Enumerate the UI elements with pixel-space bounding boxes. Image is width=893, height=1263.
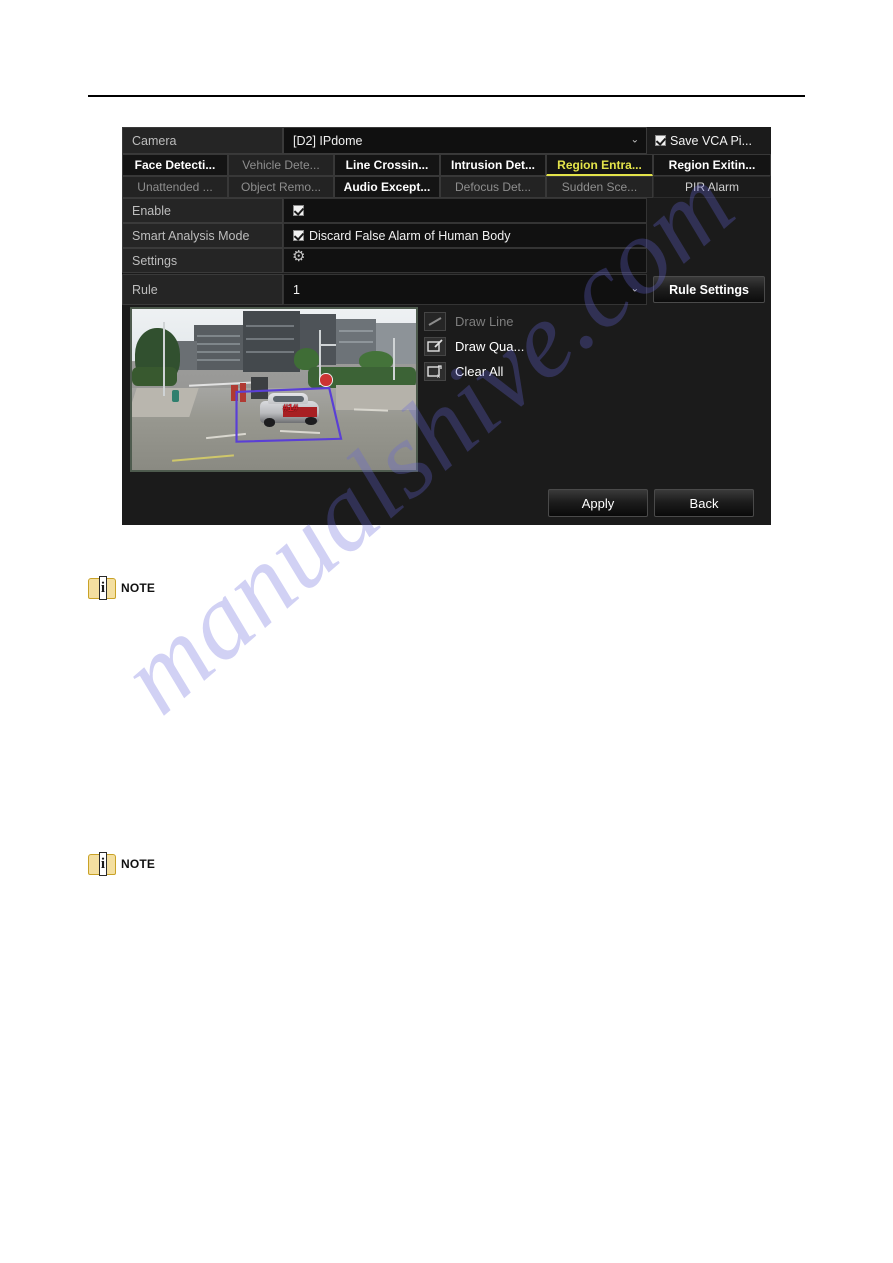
video-scene: #1# bbox=[132, 309, 416, 470]
tab-region-exiting[interactable]: Region Exitin... bbox=[653, 154, 771, 176]
note-info-icon: i bbox=[88, 851, 118, 877]
smart-analysis-mode-label: Smart Analysis Mode bbox=[122, 223, 283, 248]
gear-icon[interactable] bbox=[292, 249, 305, 267]
tab-face-detection[interactable]: Face Detecti... bbox=[122, 154, 228, 176]
chevron-down-icon: ⌄ bbox=[630, 283, 639, 294]
settings-value[interactable] bbox=[283, 248, 647, 273]
draw-quadrilateral-tool[interactable]: Draw Qua... bbox=[424, 334, 624, 359]
rule-select[interactable]: 1 ⌄ bbox=[283, 274, 647, 305]
enable-row: Enable bbox=[122, 198, 647, 223]
tab-sudden-scene-change[interactable]: Sudden Sce... bbox=[546, 176, 653, 198]
tab-defocus-detection[interactable]: Defocus Det... bbox=[440, 176, 546, 198]
draw-quad-label: Draw Qua... bbox=[455, 339, 525, 354]
rule-select-value: 1 bbox=[293, 282, 300, 297]
camera-row: Camera [D2] IPdome ⌄ Save VCA Pi... bbox=[122, 127, 771, 154]
tab-object-removal[interactable]: Object Remo... bbox=[228, 176, 334, 198]
draw-line-tool[interactable]: Draw Line bbox=[424, 309, 624, 334]
note-label: NOTE bbox=[121, 857, 156, 871]
tab-vehicle-detection[interactable]: Vehicle Dete... bbox=[228, 154, 334, 176]
vca-configuration-panel: Camera [D2] IPdome ⌄ Save VCA Pi... Face… bbox=[122, 127, 771, 525]
page-header-rule bbox=[88, 95, 805, 97]
video-preview[interactable]: #1# bbox=[130, 307, 418, 472]
note-info-icon: i bbox=[88, 575, 118, 601]
checkbox-icon bbox=[655, 135, 666, 146]
rule-label: Rule bbox=[122, 274, 283, 305]
smart-analysis-mode-row: Smart Analysis Mode Discard False Alarm … bbox=[122, 223, 647, 248]
region-polygon[interactable] bbox=[235, 386, 343, 443]
region-quadrilateral-overlay[interactable] bbox=[132, 309, 416, 470]
tab-intrusion-detection[interactable]: Intrusion Det... bbox=[440, 154, 546, 176]
draw-quad-icon bbox=[424, 337, 446, 356]
drawing-tools: Draw Line Draw Qua... x Clear All bbox=[424, 309, 624, 384]
clear-all-tool[interactable]: x Clear All bbox=[424, 359, 624, 384]
discard-false-alarm-label: Discard False Alarm of Human Body bbox=[309, 228, 511, 243]
region-label: #1# bbox=[282, 403, 299, 415]
clear-all-icon: x bbox=[424, 362, 446, 381]
apply-button[interactable]: Apply bbox=[548, 489, 648, 517]
note-label: NOTE bbox=[121, 581, 156, 595]
tab-audio-exception[interactable]: Audio Except... bbox=[334, 176, 440, 198]
camera-label: Camera bbox=[122, 127, 283, 154]
rule-settings-button[interactable]: Rule Settings bbox=[653, 276, 765, 303]
discard-false-alarm-checkbox[interactable]: Discard False Alarm of Human Body bbox=[283, 223, 647, 248]
note-block-1: i NOTE bbox=[88, 575, 155, 601]
draw-line-label: Draw Line bbox=[455, 314, 514, 329]
tab-unattended-baggage[interactable]: Unattended ... bbox=[122, 176, 228, 198]
checkbox-icon bbox=[293, 205, 304, 216]
enable-label: Enable bbox=[122, 198, 283, 223]
tab-pir-alarm[interactable]: PIR Alarm bbox=[653, 176, 771, 198]
tab-region-entrance[interactable]: Region Entra... bbox=[546, 154, 653, 176]
save-vca-picture-label: Save VCA Pi... bbox=[670, 133, 752, 148]
dialog-footer: Apply Back bbox=[122, 489, 771, 517]
settings-label: Settings bbox=[122, 248, 283, 273]
save-vca-picture-checkbox[interactable]: Save VCA Pi... bbox=[647, 127, 771, 154]
rule-row: Rule 1 ⌄ Rule Settings bbox=[122, 274, 771, 305]
note-block-2: i NOTE bbox=[88, 851, 155, 877]
chevron-down-icon: ⌄ bbox=[630, 134, 639, 145]
enable-checkbox[interactable] bbox=[283, 198, 647, 223]
vca-event-tabs: Face Detecti... Vehicle Dete... Line Cro… bbox=[122, 154, 771, 198]
back-button[interactable]: Back bbox=[654, 489, 754, 517]
svg-text:x: x bbox=[437, 374, 440, 380]
tab-line-crossing[interactable]: Line Crossin... bbox=[334, 154, 440, 176]
camera-select[interactable]: [D2] IPdome ⌄ bbox=[283, 127, 647, 154]
checkbox-icon bbox=[293, 230, 304, 241]
settings-row: Settings bbox=[122, 248, 647, 273]
draw-line-icon bbox=[424, 312, 446, 331]
camera-select-value: [D2] IPdome bbox=[293, 133, 363, 148]
clear-all-label: Clear All bbox=[455, 364, 504, 379]
